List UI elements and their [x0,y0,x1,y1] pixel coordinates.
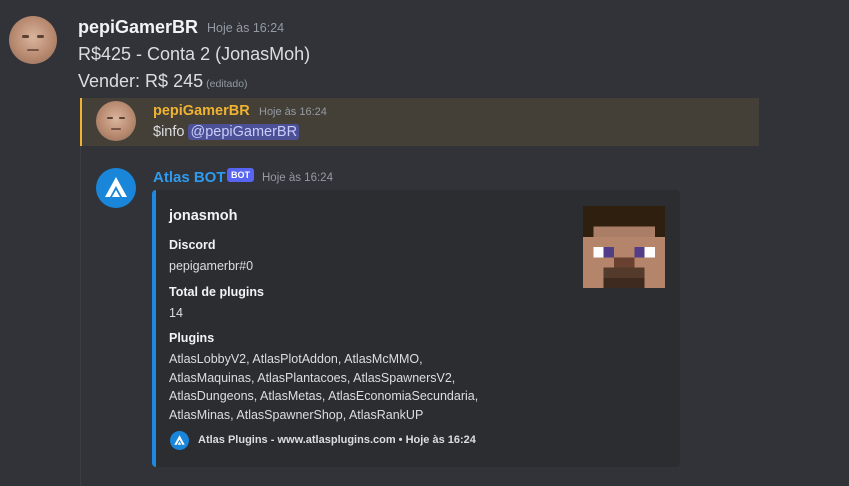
plugins-line: AtlasMaquinas, AtlasPlantacoes, AtlasSpa… [169,370,456,385]
thread-line [80,146,81,486]
plugins-line: AtlasMinas, AtlasSpawnerShop, AtlasRankU… [169,407,424,422]
message-author[interactable]: pepiGamerBR [78,17,198,38]
embed-field-name: Plugins [169,331,215,345]
embed-title: jonasmoh [169,208,238,224]
atlas-logo-icon [105,177,127,197]
message-text-sell: Vender: R$ 245 [78,71,204,91]
message-text-line-1: R$425 - Conta 2 (JonasMoh) [78,44,311,64]
embed-field-value: 14 [169,306,183,320]
minecraft-head-thumbnail[interactable] [583,206,665,288]
user-avatar[interactable] [9,16,57,64]
edited-label: (editado) [206,78,248,90]
reply-avatar[interactable] [96,101,136,141]
plugins-line: AtlasDungeons, AtlasMetas, AtlasEconomia… [169,389,479,403]
footer-logo-icon [170,431,189,450]
embed-field-name: Total de plugins [169,285,264,299]
embed-field-value: AtlasLobbyV2, AtlasPlotAddon, AtlasMcMMO… [169,350,478,424]
message-timestamp: Hoje às 16:24 [207,21,285,35]
plugins-line: AtlasLobbyV2, AtlasPlotAddon, AtlasMcMMO… [169,352,423,366]
user-mention[interactable]: @pepiGamerBR [188,124,300,140]
reply-timestamp: Hoje às 16:24 [259,106,327,118]
message-text-line-2: Vender: R$ 245 (editado) [78,71,248,92]
embed-footer: Atlas Plugins - www.atlasplugins.com • H… [198,434,476,446]
command-text: $info [153,124,185,140]
bot-name[interactable]: Atlas BOT [153,169,226,186]
embed-field-value: pepigamerbr#0 [169,259,254,273]
bot-avatar[interactable] [96,168,136,208]
reply-author[interactable]: pepiGamerBR [153,103,250,119]
embed-field-name: Discord [169,238,216,252]
reply-text: $info @pepiGamerBR [153,124,300,140]
bot-timestamp: Hoje às 16:24 [262,172,333,184]
bot-badge: BOT [227,168,254,182]
